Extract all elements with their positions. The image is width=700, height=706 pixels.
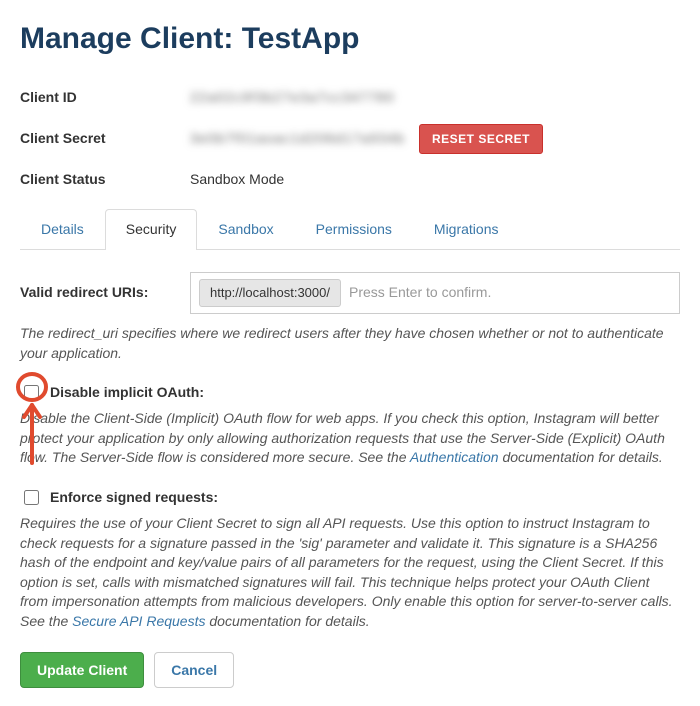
tab-details[interactable]: Details <box>20 209 105 250</box>
client-secret-value: 3e0b7f01aoac1d206d17a934b <box>190 129 405 149</box>
reset-secret-button[interactable]: RESET SECRET <box>419 124 543 154</box>
tab-permissions[interactable]: Permissions <box>295 209 413 250</box>
redirect-uri-chip[interactable]: http://localhost:3000/ <box>199 279 341 307</box>
redirect-uris-row: Valid redirect URIs: http://localhost:30… <box>20 272 680 314</box>
enforce-signed-help-after: documentation for details. <box>205 613 369 629</box>
cancel-button[interactable]: Cancel <box>154 652 234 688</box>
client-status-label: Client Status <box>20 170 190 190</box>
redirect-uris-help: The redirect_uri specifies where we redi… <box>20 324 680 363</box>
tab-sandbox[interactable]: Sandbox <box>197 209 294 250</box>
enforce-signed-row: Enforce signed requests: <box>20 488 680 508</box>
enforce-signed-help-text: Requires the use of your Client Secret t… <box>20 515 673 629</box>
secure-api-requests-link[interactable]: Secure API Requests <box>72 613 205 629</box>
tabs: Details Security Sandbox Permissions Mig… <box>20 209 680 250</box>
enforce-signed-label: Enforce signed requests: <box>50 488 218 508</box>
client-id-value: 22a02c9f3b27e3a7cc347780 <box>190 88 395 108</box>
authentication-link[interactable]: Authentication <box>410 449 499 465</box>
disable-implicit-label: Disable implicit OAuth: <box>50 383 204 403</box>
disable-implicit-help-after: documentation for details. <box>499 449 663 465</box>
enforce-signed-help: Requires the use of your Client Secret t… <box>20 514 680 632</box>
redirect-uris-input[interactable]: http://localhost:3000/ Press Enter to co… <box>190 272 680 314</box>
redirect-uris-label: Valid redirect URIs: <box>20 283 190 303</box>
actions-row: Update Client Cancel <box>20 652 680 688</box>
client-secret-label: Client Secret <box>20 129 190 149</box>
redirect-uri-placeholder: Press Enter to confirm. <box>349 283 491 303</box>
disable-implicit-checkbox[interactable] <box>24 385 39 400</box>
tab-migrations[interactable]: Migrations <box>413 209 520 250</box>
tab-security[interactable]: Security <box>105 209 198 250</box>
enforce-signed-checkbox[interactable] <box>24 490 39 505</box>
disable-implicit-row: Disable implicit OAuth: <box>20 383 680 403</box>
client-status-row: Client Status Sandbox Mode <box>20 170 680 190</box>
client-id-row: Client ID 22a02c9f3b27e3a7cc347780 <box>20 88 680 108</box>
page-title: Manage Client: TestApp <box>20 18 680 60</box>
disable-implicit-help: Disable the Client-Side (Implicit) OAuth… <box>20 409 680 468</box>
client-id-label: Client ID <box>20 88 190 108</box>
update-client-button[interactable]: Update Client <box>20 652 144 688</box>
client-status-value: Sandbox Mode <box>190 170 284 190</box>
client-secret-row: Client Secret 3e0b7f01aoac1d206d17a934b … <box>20 124 680 154</box>
